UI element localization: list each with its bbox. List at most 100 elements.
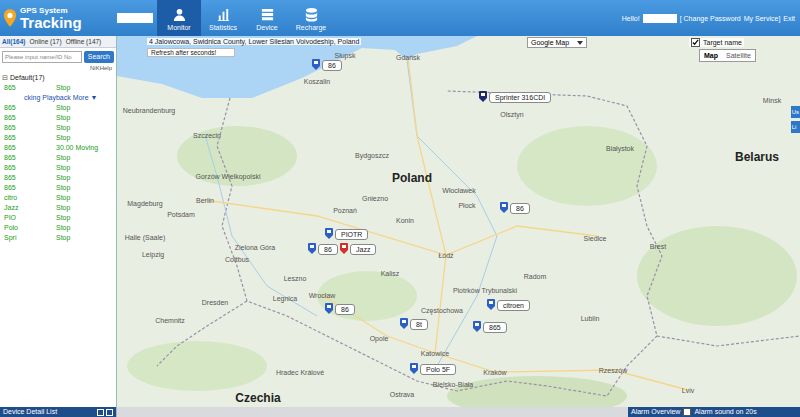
header-link[interactable]: Exit: [783, 15, 795, 22]
place-label: Leipzig: [142, 251, 164, 258]
map-type-switch: MapSatellite: [699, 49, 756, 62]
device-row[interactable]: 865Stop: [4, 153, 116, 163]
nav-item[interactable]: Monitor: [157, 0, 201, 36]
device-row[interactable]: 865Stop: [4, 113, 116, 123]
account-field[interactable]: [117, 13, 153, 23]
place-label: Wrocław: [309, 292, 336, 299]
place-label: Rzeszów: [599, 367, 627, 374]
logo[interactable]: GPS SystemTracking: [0, 0, 117, 36]
place-label: Poznań: [333, 207, 357, 214]
vehicle-marker-icon[interactable]: [479, 91, 487, 102]
device-row[interactable]: JazzStop: [4, 203, 116, 213]
alarm-sound-checkbox[interactable]: [683, 408, 691, 416]
refresh-note: Refresh after seconds!: [147, 48, 235, 57]
collapse-icon[interactable]: ⊟: [2, 73, 8, 83]
place-label: Poland: [392, 171, 432, 185]
device-row[interactable]: 865Stop: [4, 133, 116, 143]
vehicle-marker-icon[interactable]: [308, 243, 316, 254]
map-background: [117, 36, 800, 407]
device-tab[interactable]: Online (17): [29, 37, 61, 46]
device-tab[interactable]: All(164): [2, 37, 25, 46]
device-detail-bar[interactable]: Device Detail List: [0, 407, 116, 417]
place-label: Koszalin: [304, 78, 330, 85]
place-label: Łódź: [438, 252, 453, 259]
top-bar: GPS SystemTracking MonitorStatisticsDevic…: [0, 0, 800, 36]
place-label: Dresden: [202, 299, 228, 306]
map[interactable]: SłupskGdańskKoszalinOlsztynNeubrandenbur…: [117, 36, 800, 407]
map-provider-select[interactable]: Google Map: [527, 37, 587, 48]
device-row[interactable]: citroStop: [4, 193, 116, 203]
device-row[interactable]: 865Stop: [4, 173, 116, 183]
place-label: Kalisz: [381, 270, 400, 277]
device-row[interactable]: 86530.00 Moving: [4, 143, 116, 153]
map-type-button[interactable]: Map: [700, 50, 722, 61]
target-name-toggle[interactable]: Target name: [689, 38, 744, 47]
vehicle-label[interactable]: 86: [335, 304, 355, 315]
device-menu[interactable]: cking Playback More ▼: [4, 93, 116, 103]
check-icon: [692, 39, 699, 46]
vehicle-label[interactable]: PIOTR: [335, 229, 368, 240]
nav-icon: [260, 7, 275, 22]
place-label: Leszno: [284, 275, 307, 282]
place-label: Brest: [650, 243, 666, 250]
nav-item[interactable]: Recharge: [289, 0, 333, 36]
nav-item[interactable]: Statistics: [201, 0, 245, 36]
alarm-title[interactable]: Alarm Overview: [631, 407, 680, 417]
vehicle-marker-icon[interactable]: [500, 202, 508, 213]
vehicle-marker-icon[interactable]: [473, 321, 481, 332]
vehicle-marker-icon[interactable]: [410, 363, 418, 374]
device-row[interactable]: 865Stop: [4, 183, 116, 193]
device-row[interactable]: 865Stop: [4, 103, 116, 113]
help-link[interactable]: NiKHelp: [90, 64, 112, 73]
vehicle-label[interactable]: 86: [318, 244, 338, 255]
place-label: Gdańsk: [396, 54, 420, 61]
alarm-sound-label: Alarm sound on 20s: [694, 407, 756, 417]
device-row[interactable]: SpriStop: [4, 233, 116, 243]
map-type-button[interactable]: Satellite: [722, 50, 755, 61]
place-label: Magdeburg: [127, 200, 162, 207]
vehicle-marker-icon[interactable]: [340, 243, 348, 254]
header-link[interactable]: My Service]: [744, 15, 781, 22]
vehicle-label[interactable]: 8t: [410, 319, 428, 330]
device-row[interactable]: 865Stop: [4, 83, 116, 93]
vehicle-label[interactable]: Sprinter 316CDI: [489, 92, 551, 103]
device-row[interactable]: 865Stop: [4, 123, 116, 133]
vehicle-marker-icon[interactable]: [487, 299, 495, 310]
vehicle-label[interactable]: 86: [510, 203, 530, 214]
vehicle-marker-icon[interactable]: [325, 228, 333, 239]
vehicle-label[interactable]: Jazz: [350, 244, 376, 255]
vehicle-label[interactable]: citroen: [497, 300, 530, 311]
side-tab[interactable]: Li: [791, 121, 800, 133]
search-input[interactable]: [2, 51, 82, 63]
header-link[interactable]: [ Change Password: [680, 15, 741, 22]
help-row: NiKHelp: [0, 64, 116, 73]
group-row[interactable]: ⊟Default(17): [0, 73, 116, 83]
place-label: Białystok: [606, 145, 634, 152]
device-row[interactable]: PoloStop: [4, 223, 116, 233]
device-row[interactable]: 865Stop: [4, 163, 116, 173]
place-label: Potsdam: [167, 211, 195, 218]
place-label: Lviv: [682, 387, 694, 394]
device-row[interactable]: PIOStop: [4, 213, 116, 223]
maximize-icon[interactable]: [106, 409, 113, 416]
device-tab[interactable]: Offline (147): [66, 37, 102, 46]
search-button[interactable]: Search: [84, 51, 114, 63]
place-label: Radom: [524, 273, 547, 280]
checkbox[interactable]: [691, 38, 700, 47]
map-panel: SłupskGdańskKoszalinOlsztynNeubrandenbur…: [117, 36, 800, 417]
location-pin-icon: [3, 9, 17, 27]
vehicle-label[interactable]: 865: [483, 322, 507, 333]
side-tabs: Us Li: [791, 106, 800, 133]
vehicle-label[interactable]: Polo 5F: [420, 364, 456, 375]
vehicle-marker-icon[interactable]: [325, 303, 333, 314]
place-label: Ostrava: [390, 391, 415, 398]
vehicle-marker-icon[interactable]: [312, 59, 320, 70]
vehicle-label[interactable]: 86: [322, 60, 342, 71]
place-label: Lublin: [581, 315, 600, 322]
side-tab[interactable]: Us: [791, 106, 800, 118]
vehicle-marker-icon[interactable]: [400, 318, 408, 329]
place-label: Włocławek: [442, 187, 475, 194]
nav-item[interactable]: Device: [245, 0, 289, 36]
main: All(164) Online (17) Offline (147) SearchNi…: [0, 36, 800, 417]
restore-icon[interactable]: [97, 409, 104, 416]
